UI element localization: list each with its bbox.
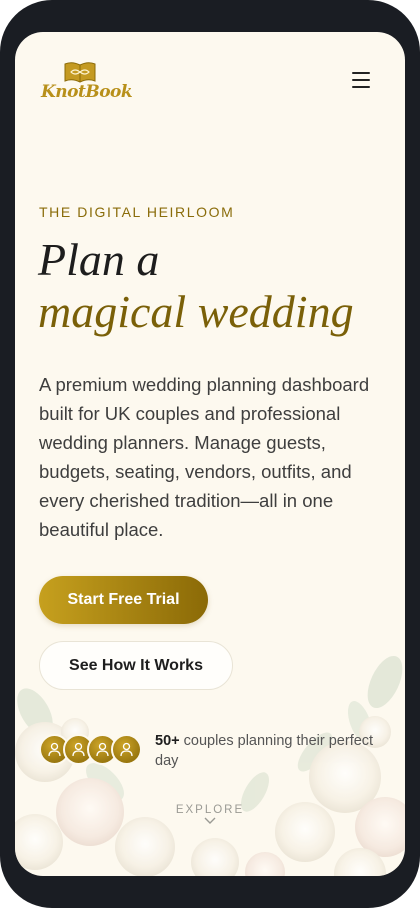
- hero-eyebrow: THE DIGITAL HEIRLOOM: [39, 204, 235, 220]
- user-icon: [96, 742, 109, 757]
- brand-name: KnotBook: [41, 82, 133, 102]
- couples-count: 50+: [155, 733, 180, 749]
- book-icon: [64, 62, 96, 83]
- user-icon: [48, 742, 61, 757]
- hero-description: A premium wedding planning dashboard bui…: [39, 374, 370, 540]
- user-icon: [120, 742, 133, 757]
- chevron-down-icon[interactable]: [204, 817, 216, 825]
- hero-headline-line1: Plan a: [38, 234, 160, 285]
- avatar-group: [39, 734, 145, 766]
- app-screen: KnotBook THE DIGITAL HEIRLOOM Plan a mag…: [15, 32, 405, 876]
- avatar: [111, 734, 142, 765]
- explore-label[interactable]: EXPLORE: [15, 804, 405, 816]
- see-how-it-works-button[interactable]: See How It Works: [39, 641, 233, 690]
- user-icon: [72, 742, 85, 757]
- start-free-trial-button[interactable]: Start Free Trial: [39, 576, 208, 624]
- hamburger-menu-icon[interactable]: [347, 68, 375, 92]
- brand-logo[interactable]: KnotBook: [39, 56, 133, 112]
- phone-frame: KnotBook THE DIGITAL HEIRLOOM Plan a mag…: [0, 0, 420, 908]
- social-proof-text: 50+ couples planning their perfect day: [155, 731, 375, 771]
- social-proof-caption: couples planning their perfect day: [155, 733, 374, 769]
- hero-headline-line2: magical wedding: [38, 286, 354, 337]
